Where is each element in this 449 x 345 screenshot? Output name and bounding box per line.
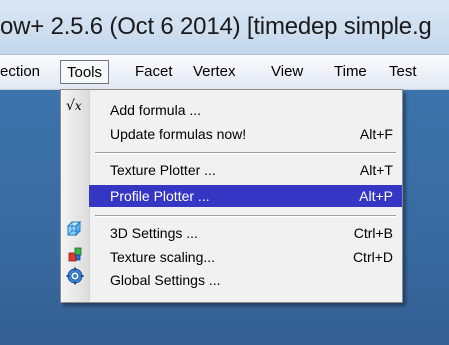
menu-time[interactable]: Time	[334, 62, 367, 82]
tools-menu-dropdown: √x Add formula ... Update formulas now! …	[60, 89, 403, 303]
window-title: ow+ 2.5.6 (Oct 6 2014) [timedep simple.g	[0, 13, 432, 40]
menu-item-label: Profile Plotter ...	[110, 188, 210, 204]
menu-selection[interactable]: ection	[0, 62, 40, 82]
sqrt-x-icon: √x	[66, 98, 82, 114]
menu-separator	[95, 215, 396, 217]
menu-item-shortcut: Alt+T	[359, 162, 393, 178]
menu-item-label: 3D Settings ...	[110, 225, 198, 241]
menu-tools[interactable]: Tools	[60, 60, 110, 84]
menu-vertex[interactable]: Vertex	[193, 62, 236, 82]
menu-item-global-settings[interactable]: Global Settings ...	[61, 267, 402, 291]
menu-bar: ection Tools Facet Vertex View Time Test	[0, 55, 449, 90]
menu-item-add-formula[interactable]: √x Add formula ...	[61, 98, 402, 121]
menu-test[interactable]: Test	[389, 62, 417, 82]
gear-icon	[66, 267, 84, 285]
menu-separator	[95, 152, 396, 154]
menu-item-profile-plotter[interactable]: Profile Plotter ... Alt+P	[89, 185, 402, 207]
menu-item-update-formulas[interactable]: Update formulas now! Alt+F	[61, 123, 402, 145]
menu-facet[interactable]: Facet	[135, 62, 173, 82]
menu-item-3d-settings[interactable]: 3D Settings ... Ctrl+B	[61, 220, 402, 244]
menu-item-label: Global Settings ...	[110, 272, 221, 288]
menu-item-texture-scaling[interactable]: Texture scaling... Ctrl+D	[61, 246, 402, 268]
menu-view[interactable]: View	[271, 62, 303, 82]
menu-item-label: Update formulas now!	[110, 126, 247, 142]
menu-item-label: Add formula ...	[110, 102, 202, 118]
texture-scaling-icon	[68, 247, 82, 262]
cube-icon	[66, 220, 82, 237]
menu-item-shortcut: Alt+F	[359, 126, 393, 142]
menu-item-shortcut: Ctrl+D	[352, 249, 393, 265]
menu-item-label: Texture scaling...	[110, 249, 216, 265]
menu-item-texture-plotter[interactable]: Texture Plotter ... Alt+T	[61, 159, 402, 181]
window-title-bar: ow+ 2.5.6 (Oct 6 2014) [timedep simple.g	[0, 0, 449, 55]
menu-item-shortcut: Alt+P	[359, 188, 393, 204]
menu-item-label: Texture Plotter ...	[110, 162, 216, 178]
menu-item-shortcut: Ctrl+B	[353, 225, 393, 241]
